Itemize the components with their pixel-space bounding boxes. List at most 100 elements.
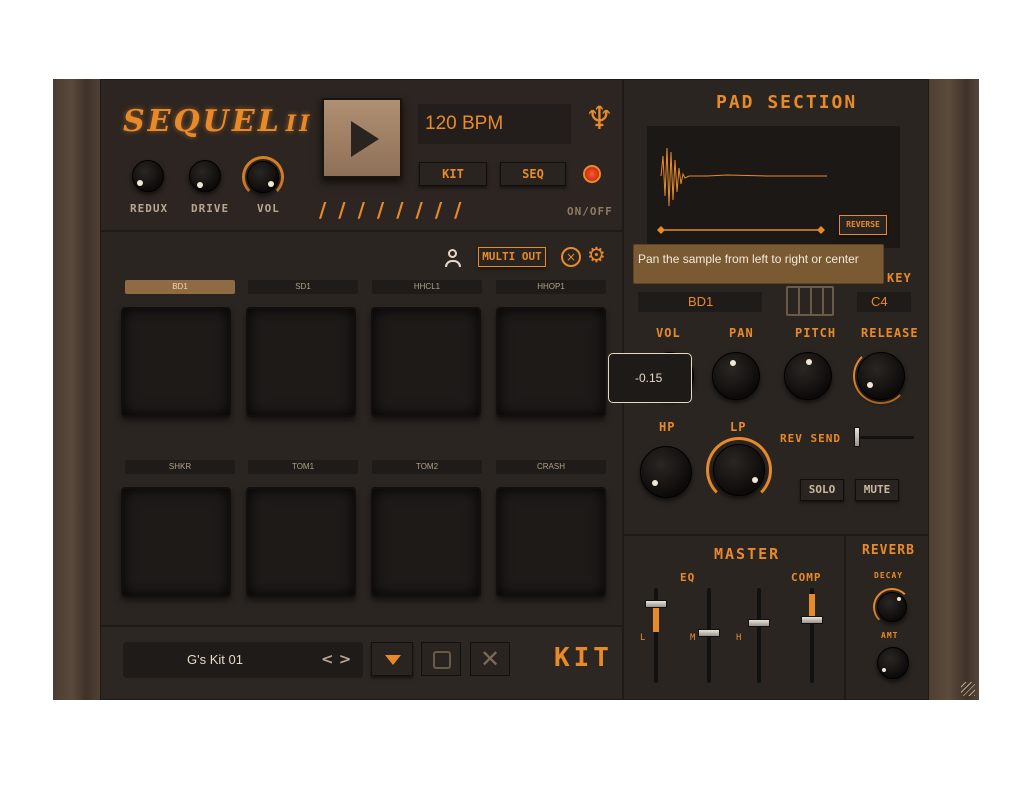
eq-low-handle[interactable] — [645, 600, 667, 608]
release-label: RELEASE — [861, 326, 919, 340]
pan-knob[interactable] — [712, 352, 760, 400]
play-button[interactable] — [322, 98, 402, 178]
rev-send-label: REV SEND — [780, 432, 841, 445]
master-panel: MASTER EQ COMP L M H — [623, 535, 845, 700]
hp-knob[interactable] — [640, 446, 692, 498]
bpm-value: 120 BPM — [425, 113, 504, 134]
pad-hhcl1[interactable] — [371, 307, 481, 417]
pad-label-hhop1[interactable]: HHOP1 — [496, 280, 606, 294]
pad-label-sd1[interactable]: SD1 — [248, 280, 358, 294]
vol-label: VOL — [257, 202, 280, 215]
kit-nav-arrows[interactable]: < > — [321, 650, 351, 668]
left-wood-panel — [53, 79, 100, 700]
header-panel: SEQUEL II REDUX DRIVE VOL 120 BPM ♆ KIT S… — [100, 79, 623, 231]
pad-hhop1[interactable] — [496, 307, 606, 417]
eq-l-label: L — [640, 633, 647, 643]
pad-crash[interactable] — [496, 487, 606, 597]
seq-tab[interactable]: SEQ — [500, 162, 566, 186]
lp-label: LP — [730, 420, 747, 434]
eq-m-label: M — [690, 633, 697, 643]
reverb-title: REVERB — [862, 543, 915, 558]
kit-name: G's Kit 01 — [187, 652, 243, 667]
clear-icon[interactable]: × — [561, 247, 581, 267]
pad-bd1[interactable] — [121, 307, 231, 417]
rev-send-slider[interactable] — [854, 427, 914, 447]
right-wood-panel — [929, 79, 979, 700]
mute-button[interactable]: MUTE — [855, 479, 899, 501]
pad-name-value: BD1 — [688, 294, 714, 309]
multi-out-button[interactable]: MULTI OUT — [478, 247, 546, 267]
pitch-knob[interactable] — [784, 352, 832, 400]
key-value: C4 — [871, 294, 888, 309]
pad-shkr[interactable] — [121, 487, 231, 597]
key-label: KEY — [887, 271, 912, 285]
comp-level — [809, 594, 815, 616]
value-popup-text: -0.15 — [635, 371, 663, 385]
pad-sd1[interactable] — [246, 307, 356, 417]
comp-handle[interactable] — [801, 616, 823, 624]
delete-button[interactable]: ✕ — [470, 642, 510, 676]
eq-mid-handle[interactable] — [698, 629, 720, 637]
pad-label-tom1[interactable]: TOM1 — [248, 460, 358, 474]
user-icon[interactable] — [444, 249, 462, 267]
release-knob[interactable] — [857, 352, 905, 400]
pads-panel: MULTI OUT × ⚙ BD1 SD1 HHCL1 HHOP1 SHKR T… — [100, 231, 623, 626]
drive-label: DRIVE — [191, 202, 230, 215]
drive-knob[interactable] — [189, 160, 221, 192]
eq-high-handle[interactable] — [748, 619, 770, 627]
power-button[interactable] — [583, 165, 601, 183]
master-title: MASTER — [714, 545, 781, 563]
pad-section-title: PAD SECTION — [716, 92, 858, 113]
pitch-label: PITCH — [795, 326, 837, 340]
save-button[interactable] — [421, 642, 461, 676]
eq-low-level — [653, 608, 659, 632]
comp-label: COMP — [791, 571, 822, 584]
bpm-display[interactable]: 120 BPM — [418, 104, 571, 144]
solo-button[interactable]: SOLO — [800, 479, 844, 501]
pan-tooltip: Pan the sample from left to right or cen… — [633, 244, 884, 284]
sequel-plugin-window: SEQUEL II REDUX DRIVE VOL 120 BPM ♆ KIT S… — [53, 79, 979, 700]
piano-keys-icon[interactable] — [786, 286, 834, 316]
value-popup: -0.15 — [608, 353, 692, 403]
reverse-button[interactable]: REVERSE — [839, 215, 887, 235]
kit-section-label: KIT — [554, 643, 613, 673]
pad-label-hhcl1[interactable]: HHCL1 — [372, 280, 482, 294]
lp-knob[interactable] — [713, 444, 765, 496]
decay-label: DECAY — [874, 571, 904, 580]
pad-tom1[interactable] — [246, 487, 356, 597]
eq-high-fader[interactable] — [757, 588, 761, 683]
kit-bar: G's Kit 01 < > ✕ KIT — [100, 626, 623, 700]
redux-knob[interactable] — [132, 160, 164, 192]
rev-send-handle[interactable] — [854, 427, 860, 447]
pad-label-shkr[interactable]: SHKR — [125, 460, 235, 474]
eq-label: EQ — [680, 571, 696, 584]
amt-knob[interactable] — [877, 647, 909, 679]
vol-label-pad: VOL — [656, 326, 681, 340]
pad-name-display: BD1 — [638, 292, 762, 312]
vol-knob[interactable] — [247, 161, 279, 193]
pad-label-bd1[interactable]: BD1 — [125, 280, 235, 294]
pad-tom2[interactable] — [371, 487, 481, 597]
resize-grip-icon[interactable] — [961, 682, 975, 696]
redux-label: REDUX — [130, 202, 169, 215]
hp-label: HP — [659, 420, 676, 434]
kit-dropdown-button[interactable] — [371, 642, 413, 676]
pad-label-crash[interactable]: CRASH — [496, 460, 606, 474]
reverb-panel: REVERB DECAY AMT — [845, 535, 929, 700]
onoff-label: ON/OFF — [567, 205, 613, 218]
play-icon — [351, 121, 379, 157]
gear-icon[interactable]: ⚙ — [587, 245, 606, 266]
eq-h-label: H — [736, 633, 743, 643]
kit-selector[interactable]: G's Kit 01 < > — [123, 642, 363, 678]
decay-knob[interactable] — [877, 592, 907, 622]
save-icon — [433, 651, 451, 669]
pan-label: PAN — [729, 326, 754, 340]
kit-tab[interactable]: KIT — [419, 162, 487, 186]
pad-section-panel: PAD SECTION REVERSE Pan the sample from … — [608, 79, 929, 535]
pad-label-tom2[interactable]: TOM2 — [372, 460, 482, 474]
logo: SEQUEL II — [123, 104, 313, 139]
waveform-display[interactable]: REVERSE — [647, 126, 900, 248]
step-indicators: //////// — [319, 198, 474, 222]
palm-tree-icon: ♆ — [585, 99, 614, 137]
key-value-display[interactable]: C4 — [857, 292, 911, 312]
